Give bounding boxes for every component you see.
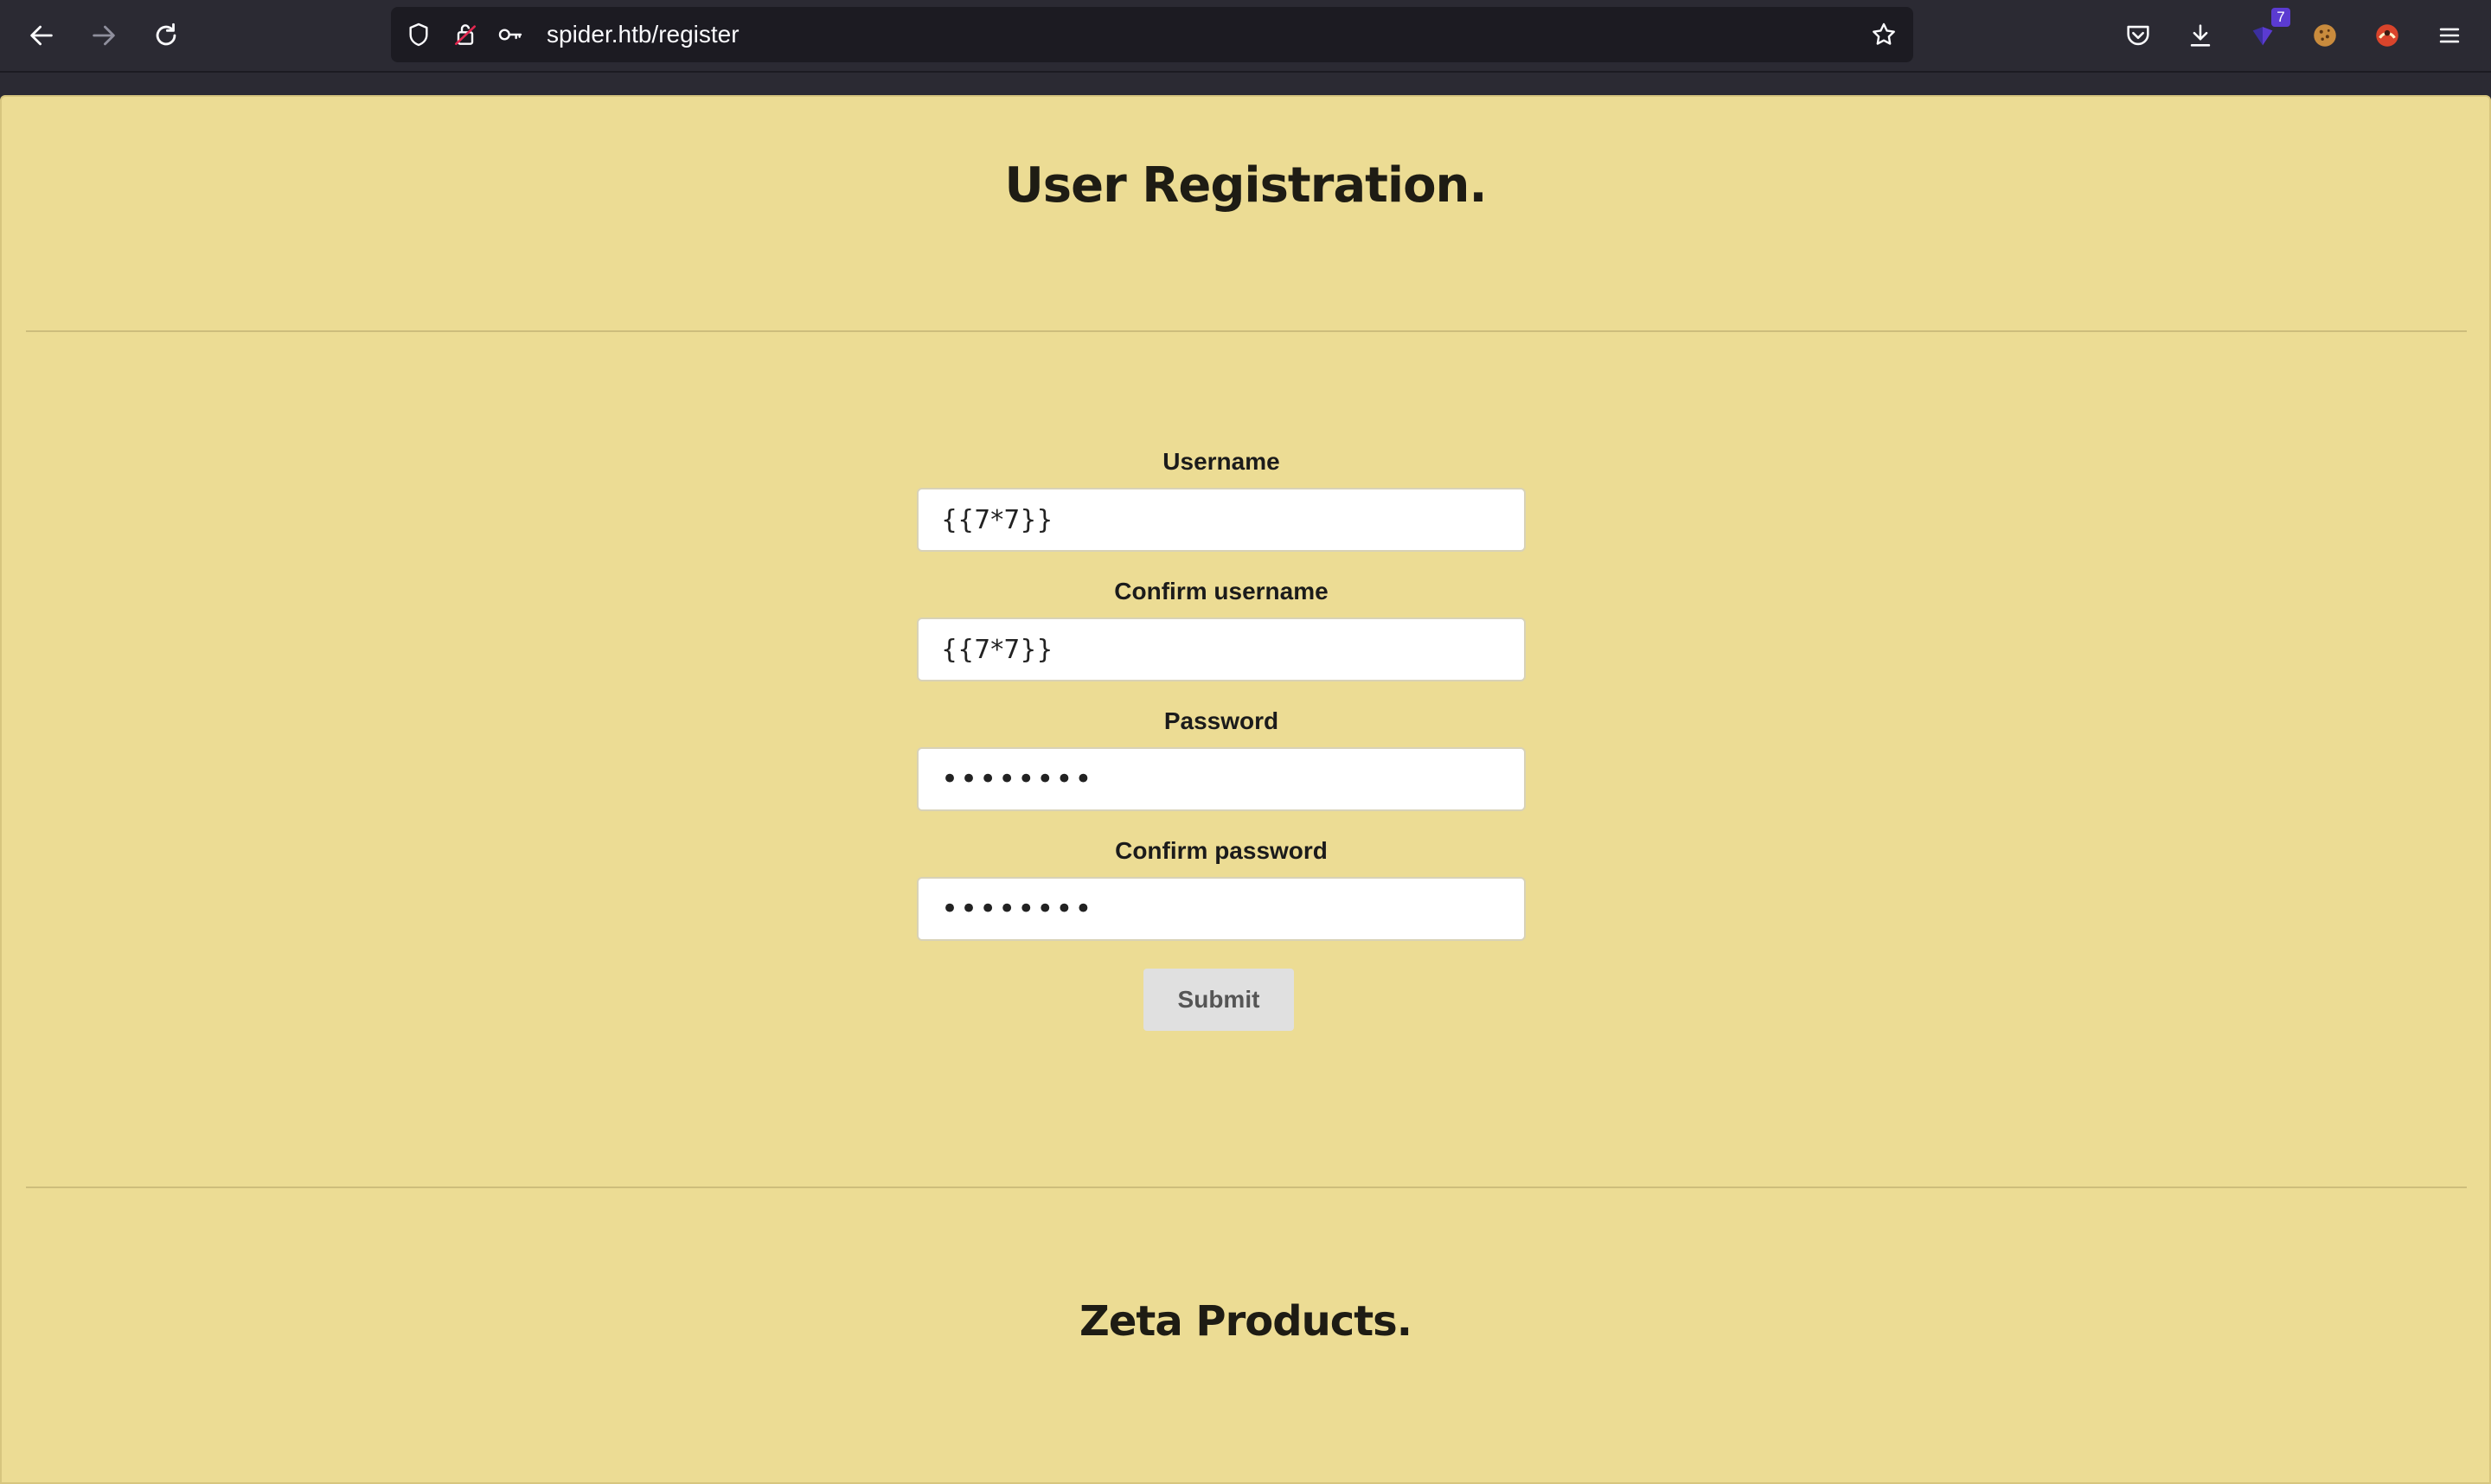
username-label: Username [1162, 448, 1280, 475]
hackbar-extension-icon [2376, 24, 2398, 47]
tracking-protection-shield-icon[interactable] [403, 19, 434, 50]
browser-toolbar: spider.htb/register 7 [0, 0, 2491, 73]
back-arrow-icon [30, 25, 53, 46]
pocket-button[interactable] [2116, 13, 2161, 58]
confirm-username-input[interactable] [917, 617, 1526, 681]
page-content: User Registration. Username Confirm user… [0, 95, 2491, 1484]
back-button[interactable] [19, 13, 64, 58]
extension-button[interactable]: 7 [2240, 8, 2290, 58]
password-input[interactable] [917, 747, 1526, 811]
key-icon[interactable] [495, 19, 526, 50]
url-text[interactable]: spider.htb/register [547, 7, 740, 62]
forward-arrow-icon [93, 25, 115, 46]
forward-button[interactable] [81, 13, 126, 58]
username-input[interactable] [917, 488, 1526, 552]
confirm-password-label: Confirm password [1115, 837, 1328, 864]
reload-icon [156, 22, 176, 46]
confirm-password-input[interactable] [917, 877, 1526, 941]
address-bar[interactable]: spider.htb/register [391, 7, 1913, 62]
submit-button[interactable]: Submit [1143, 969, 1294, 1031]
downloads-button[interactable] [2178, 13, 2223, 58]
pocket-icon [2127, 25, 2149, 46]
extension-badge: 7 [2271, 8, 2290, 27]
insecure-lock-icon[interactable] [450, 19, 481, 50]
password-label: Password [1163, 707, 1279, 734]
hackbar-extension-button[interactable] [2365, 13, 2410, 58]
confirm-username-label: Confirm username [1114, 578, 1329, 604]
download-icon [2190, 24, 2211, 47]
divider-bottom [26, 1187, 2467, 1188]
bookmark-star-icon[interactable] [1868, 19, 1899, 50]
hamburger-menu-icon [2439, 28, 2460, 43]
divider-top [26, 330, 2467, 332]
cookie-extension-button[interactable] [2302, 13, 2347, 58]
application-menu-button[interactable] [2427, 13, 2472, 58]
cookie-icon [2314, 24, 2336, 47]
section-title-zeta-products: Zeta Products. [1079, 1297, 1412, 1346]
reload-button[interactable] [144, 13, 189, 58]
page-title: User Registration. [1004, 157, 1487, 214]
